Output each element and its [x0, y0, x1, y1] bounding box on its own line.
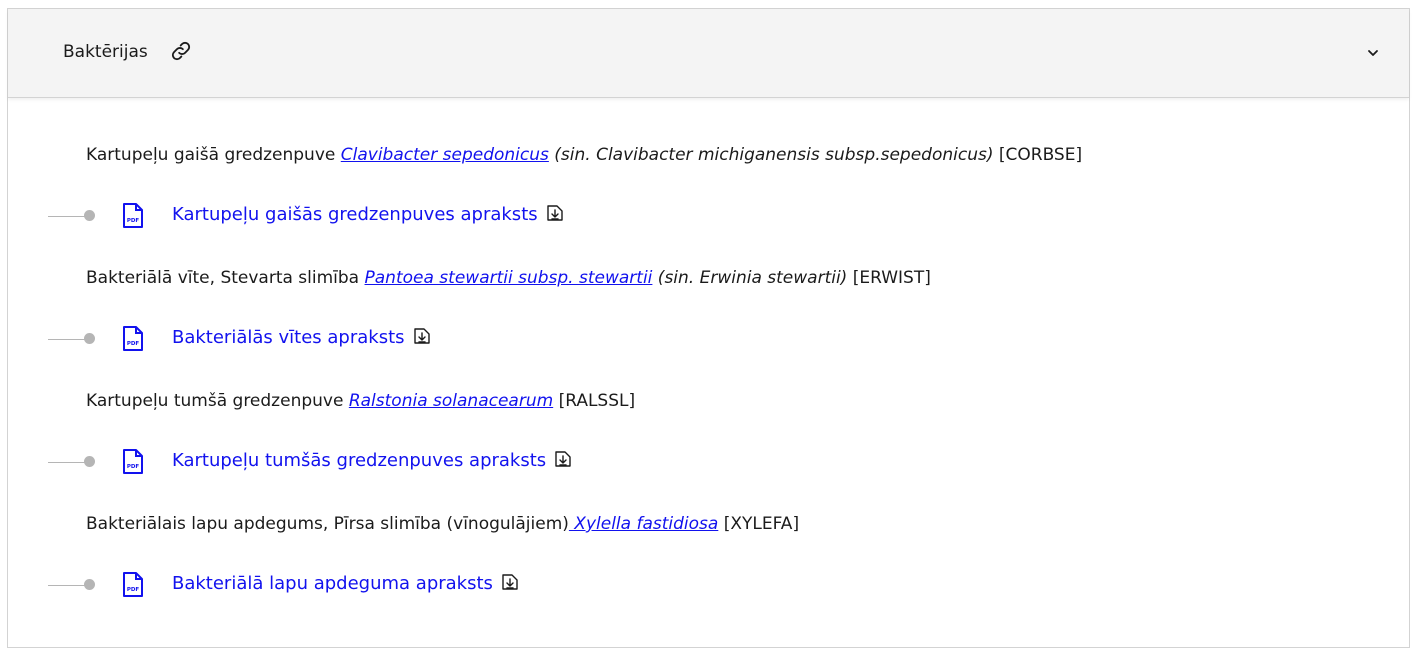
species-entry: Bakteriālais lapu apdegums, Pīrsa slimīb… — [86, 514, 799, 534]
document-link[interactable]: Bakteriālā lapu apdeguma apraksts — [172, 573, 519, 594]
species-common-name: Kartupeļu gaišā gredzenpuve — [86, 145, 341, 165]
download-icon — [546, 205, 563, 221]
timeline-connector — [48, 216, 88, 217]
species-entry: Bakteriālā vīte, Stevarta slimība Pantoe… — [86, 268, 931, 288]
svg-text:PDF: PDF — [127, 341, 140, 347]
species-scientific-link[interactable]: Clavibacter sepedonicus — [341, 145, 549, 165]
species-scientific-link[interactable]: Ralstonia solanacearum — [349, 391, 553, 411]
timeline-bullet — [84, 333, 95, 344]
download-icon — [413, 328, 430, 344]
document-item: PDF Bakteriālās vītes apraksts — [8, 325, 808, 355]
pdf-file-icon: PDF — [123, 572, 143, 597]
timeline-connector — [48, 585, 88, 586]
timeline-connector — [48, 339, 88, 340]
document-link[interactable]: Kartupeļu tumšās gredzenpuves apraksts — [172, 450, 572, 471]
chevron-down-icon[interactable] — [1366, 46, 1380, 60]
document-item: PDF Bakteriālā lapu apdeguma apraksts — [8, 571, 808, 601]
bacteria-accordion: Baktērijas Kartupeļu gaišā gredzenpuve C… — [7, 8, 1410, 648]
link-icon[interactable] — [170, 40, 192, 62]
document-item: PDF Kartupeļu tumšās gredzenpuves apraks… — [8, 448, 808, 478]
species-entry: Kartupeļu tumšā gredzenpuve Ralstonia so… — [86, 391, 635, 411]
document-item: PDF Kartupeļu gaišās gredzenpuves apraks… — [8, 202, 808, 232]
species-code: [ERWIST] — [847, 268, 931, 288]
species-synonym: (sin. Clavibacter michiganensis subsp.se… — [548, 145, 994, 165]
species-code: [RALSSL] — [553, 391, 636, 411]
svg-text:PDF: PDF — [127, 218, 140, 224]
timeline-bullet — [84, 210, 95, 221]
timeline-bullet — [84, 579, 95, 590]
svg-text:PDF: PDF — [127, 464, 140, 470]
species-entry: Kartupeļu gaišā gredzenpuve Clavibacter … — [86, 145, 1082, 165]
pdf-file-icon: PDF — [123, 449, 143, 474]
species-common-name: Bakteriālais lapu apdegums, Pīrsa slimīb… — [86, 514, 569, 534]
document-link[interactable]: Kartupeļu gaišās gredzenpuves apraksts — [172, 204, 564, 225]
species-common-name: Kartupeļu tumšā gredzenpuve — [86, 391, 349, 411]
timeline-connector — [48, 462, 88, 463]
accordion-title: Baktērijas — [63, 42, 148, 62]
species-code: [CORBSE] — [993, 145, 1083, 165]
download-icon — [502, 574, 518, 590]
species-scientific-link[interactable]: Pantoea stewartii subsp. stewartii — [365, 268, 653, 288]
accordion-header[interactable]: Baktērijas — [8, 9, 1409, 98]
document-link[interactable]: Bakteriālās vītes apraksts — [172, 327, 431, 348]
download-icon — [555, 451, 571, 467]
svg-text:PDF: PDF — [127, 587, 140, 593]
species-code: [XYLEFA] — [718, 514, 800, 534]
pdf-file-icon: PDF — [123, 326, 143, 351]
species-common-name: Bakteriālā vīte, Stevarta slimība — [86, 268, 365, 288]
timeline-bullet — [84, 456, 95, 467]
species-synonym: (sin. Erwinia stewartii) — [652, 268, 848, 288]
species-scientific-link[interactable]: Xylella fastidiosa — [569, 514, 718, 534]
pdf-file-icon: PDF — [123, 203, 143, 228]
